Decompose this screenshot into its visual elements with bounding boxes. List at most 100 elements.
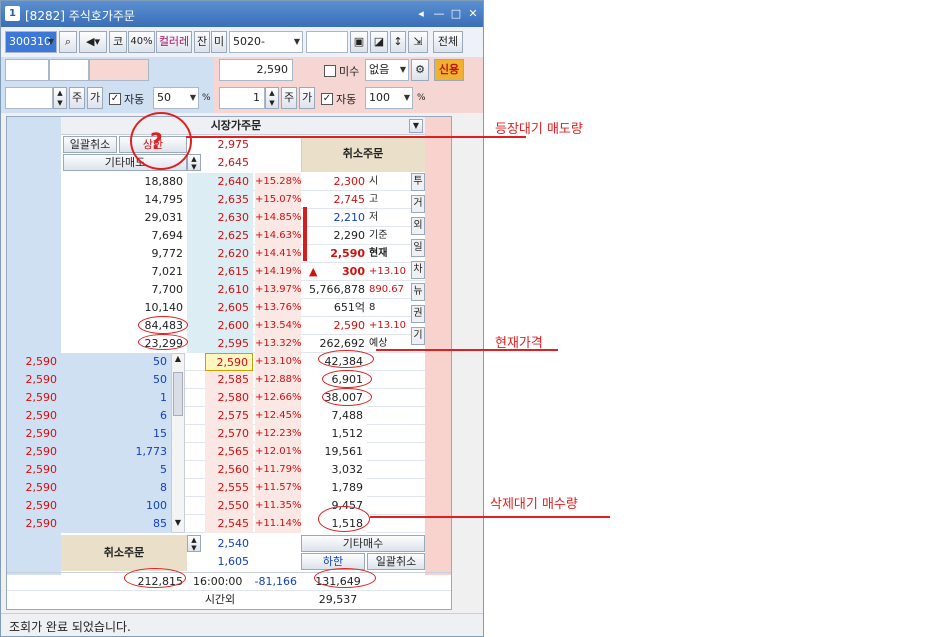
bid-order-qty[interactable]: 50	[61, 353, 171, 371]
side-tab[interactable]: 거	[411, 195, 425, 213]
close-button[interactable]: ✕	[466, 7, 480, 21]
color-button[interactable]: 컬러레	[156, 31, 192, 53]
ko-button[interactable]: 코	[109, 31, 127, 53]
scroll-down-icon[interactable]: ▼	[172, 518, 184, 527]
scroll-thumb[interactable]	[173, 372, 183, 416]
lower-limit-button[interactable]: 하한	[301, 553, 365, 570]
buy-ju-button[interactable]: 주	[281, 87, 297, 109]
credit-button[interactable]: 신용	[434, 59, 464, 81]
exit-icon[interactable]: ⇲	[408, 31, 428, 53]
bid-price[interactable]: 2,575	[205, 407, 253, 425]
side-tab[interactable]: 권	[411, 305, 425, 323]
minimize-button[interactable]: —	[432, 7, 446, 21]
sell-input-a[interactable]	[5, 59, 49, 81]
ask-price[interactable]: 2,620	[187, 245, 253, 263]
ask-price[interactable]: 2,640	[187, 173, 253, 191]
ask-price[interactable]: 2,600	[187, 317, 253, 335]
bid-price[interactable]: 2,580	[205, 389, 253, 407]
buy-order-column[interactable]	[425, 117, 451, 575]
sell-ga-button[interactable]: 가	[87, 87, 103, 109]
bid-order-price[interactable]: 2,590	[7, 389, 61, 407]
buy-auto-checkbox[interactable]: ✓	[321, 93, 333, 105]
ask-price[interactable]: 2,605	[187, 299, 253, 317]
other-buy-button[interactable]: 기타매수	[301, 535, 425, 552]
cancel-order-top-button[interactable]: 취소주문	[301, 136, 425, 172]
buy-qty-spinner[interactable]: ▲ ▼	[265, 87, 279, 109]
sell-qty-spinner[interactable]: ▲ ▼	[53, 87, 67, 109]
updown-icon[interactable]: ↕	[390, 31, 406, 53]
bid-row[interactable]: 2,590 8 2,555 +11.57% 1,789	[7, 479, 425, 497]
all-button[interactable]: 전체	[433, 31, 463, 53]
market-order-header[interactable]: 시장가주문 ▼	[61, 117, 425, 135]
bid-row[interactable]: 2,590 15 2,570 +12.23% 1,512	[7, 425, 425, 443]
buy-ga-button[interactable]: 가	[299, 87, 315, 109]
side-tab[interactable]: 기	[411, 327, 425, 345]
gear-icon[interactable]: ⚙	[411, 59, 429, 81]
misu-checkbox[interactable]	[324, 65, 336, 77]
ask-price[interactable]: 2,630	[187, 209, 253, 227]
bid-row[interactable]: 2,590 1,773 2,565 +12.01% 19,561	[7, 443, 425, 461]
bid-order-qty[interactable]: 50	[61, 371, 171, 389]
bid-scrollbar[interactable]: ▲ ▼	[171, 353, 185, 533]
sell-pct-select[interactable]: 50	[153, 87, 199, 109]
bid-order-price[interactable]: 2,590	[7, 353, 61, 371]
bulk-cancel-top-button[interactable]: 일괄취소	[63, 136, 117, 153]
bid-price[interactable]: 2,590	[205, 353, 253, 371]
header-dropdown-icon[interactable]: ▼	[409, 119, 423, 133]
sell-ju-button[interactable]: 주	[69, 87, 85, 109]
mi-button[interactable]: 미	[211, 31, 227, 53]
price-input[interactable]: 2,590	[219, 59, 293, 81]
sell-input-b[interactable]	[49, 59, 89, 81]
bulk-cancel-bottom-button[interactable]: 일괄취소	[367, 553, 425, 570]
bid-order-qty[interactable]: 8	[61, 479, 171, 497]
jan-button[interactable]: 잔	[194, 31, 210, 53]
ask-price[interactable]: 2,595	[187, 335, 253, 353]
ask-price[interactable]: 2,610	[187, 281, 253, 299]
buy-qty-input[interactable]: 1	[219, 87, 265, 109]
side-tab[interactable]: 일	[411, 239, 425, 257]
bid-order-price[interactable]: 2,590	[7, 371, 61, 389]
scroll-up-icon[interactable]: ▲	[172, 354, 184, 363]
password-input[interactable]	[306, 31, 348, 53]
bid-order-price[interactable]: 2,590	[7, 425, 61, 443]
side-tab[interactable]: 외	[411, 217, 425, 235]
account-select[interactable]: 5020-3243	[229, 31, 303, 68]
bid-order-qty[interactable]: 100	[61, 497, 171, 515]
bid-price[interactable]: 2,570	[205, 425, 253, 443]
window-icon[interactable]: ◪	[370, 31, 388, 53]
sell-input-c[interactable]	[89, 59, 149, 81]
bid-row[interactable]: 2,590 6 2,575 +12.45% 7,488	[7, 407, 425, 425]
bid-price[interactable]: 2,555	[205, 479, 253, 497]
search-icon[interactable]: ⌕	[59, 31, 77, 53]
sell-qty-input[interactable]	[5, 87, 53, 109]
bid-order-qty[interactable]: 15	[61, 425, 171, 443]
maximize-button[interactable]: □	[449, 7, 463, 21]
bid-price[interactable]: 2,560	[205, 461, 253, 479]
bid-price[interactable]: 2,545	[205, 515, 253, 533]
bid-order-price[interactable]: 2,590	[7, 497, 61, 515]
side-tab[interactable]: 뉴	[411, 283, 425, 301]
bid-order-qty[interactable]: 1	[61, 389, 171, 407]
bid-row[interactable]: 2,590 5 2,560 +11.79% 3,032	[7, 461, 425, 479]
bid-order-qty[interactable]: 5	[61, 461, 171, 479]
sell-auto-checkbox[interactable]: ✓	[109, 93, 121, 105]
ratio-button[interactable]: 40%	[128, 31, 155, 53]
ask-price[interactable]: 2,635	[187, 191, 253, 209]
misu-select[interactable]: 없음	[365, 59, 409, 81]
bid-order-price[interactable]: 2,590	[7, 461, 61, 479]
side-tab[interactable]: 투	[411, 173, 425, 191]
speaker-icon[interactable]: ◀▾	[79, 31, 107, 53]
bid-order-qty[interactable]: 6	[61, 407, 171, 425]
ask-price[interactable]: 2,615	[187, 263, 253, 281]
bid-order-price[interactable]: 2,590	[7, 407, 61, 425]
bid-order-qty[interactable]: 1,773	[61, 443, 171, 461]
pin-icon[interactable]: ◂	[414, 7, 428, 21]
cancel-order-bottom-button[interactable]: 취소주문	[61, 535, 187, 571]
bid-price[interactable]: 2,565	[205, 443, 253, 461]
bid-order-qty[interactable]: 85	[61, 515, 171, 533]
ask-price[interactable]: 2,625	[187, 227, 253, 245]
bid-price[interactable]: 2,585	[205, 371, 253, 389]
bid-order-price[interactable]: 2,590	[7, 515, 61, 533]
stock-code-input[interactable]: 300310	[5, 31, 57, 53]
side-tab[interactable]: 차	[411, 261, 425, 279]
